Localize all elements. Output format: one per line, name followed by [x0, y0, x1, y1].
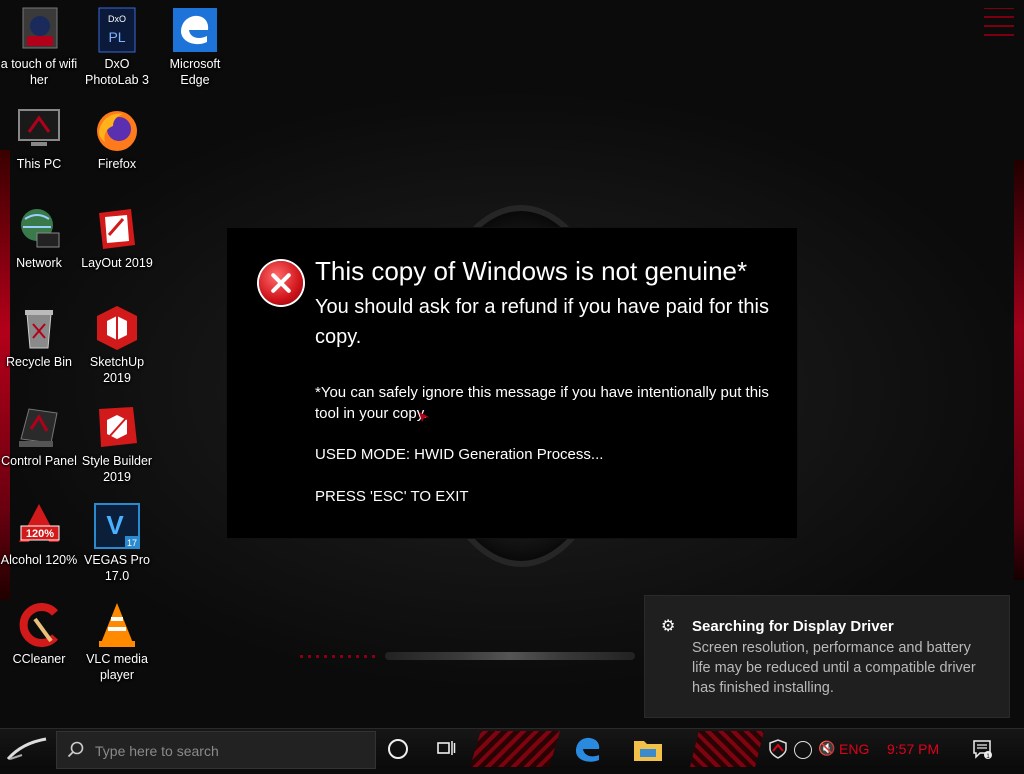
vlc-icon — [99, 603, 135, 647]
desktop-icon-label: Control Panel — [1, 454, 77, 468]
control-panel-icon — [19, 408, 58, 447]
search-icon — [67, 741, 84, 758]
toast-title: Searching for Display Driver — [692, 618, 894, 635]
taskbar-search-box[interactable]: Type here to search — [56, 731, 376, 769]
dialog-subtitle: You should ask for a refund if you have … — [315, 296, 769, 348]
desktop-icon-label: Network — [16, 256, 62, 270]
sketchup-2019-icon — [97, 306, 137, 350]
wallpaper-corner-lines — [984, 8, 1014, 36]
desktop-icon-label: SketchUp 2019 — [89, 355, 145, 385]
dxo-badge-text: DxO — [108, 14, 126, 24]
security-shield-icon[interactable] — [768, 739, 788, 759]
desktop-icon-label: Recycle Bin — [6, 355, 72, 369]
cortana-icon[interactable] — [388, 739, 408, 759]
network-icon — [21, 209, 60, 248]
recycle-bin-icon — [25, 310, 53, 349]
vegas-letter-text: V — [106, 510, 124, 540]
desktop-icon-alcohol-120[interactable]: 120% Alcohol 120% — [0, 502, 78, 568]
desktop-icon-label: Microsoft Edge — [169, 57, 221, 87]
desktop-icon-vegas-pro[interactable]: V 17 VEGAS Pro 17.0 — [78, 502, 156, 584]
taskbar-edge-icon[interactable] — [566, 731, 610, 767]
desktop-icon-style-builder-2019[interactable]: Style Builder 2019 — [78, 403, 156, 485]
desktop-icon-microsoft-edge[interactable]: Microsoft Edge — [156, 6, 234, 88]
notification-toast[interactable]: ⚙ Searching for Display Driver Screen re… — [644, 595, 1010, 718]
clock-time[interactable]: 9:57 PM — [887, 741, 939, 757]
desktop-icon-label: Style Builder 2019 — [81, 454, 153, 484]
taskbar-decoration-right — [690, 731, 764, 767]
desktop-icon-label: Firefox — [97, 157, 137, 171]
dxo-sub-text: PL — [108, 29, 125, 45]
desktop-icon-network[interactable]: Network — [0, 205, 78, 271]
dialog-title: This copy of Windows is not genuine* — [315, 256, 748, 286]
desktop-icon-label: Alcohol 120% — [0, 553, 78, 567]
desktop-icon-ccleaner[interactable]: CCleaner — [0, 601, 78, 667]
microsoft-edge-icon — [173, 8, 217, 52]
start-button[interactable] — [0, 729, 56, 769]
desktop-icon-recycle-bin[interactable]: Recycle Bin — [0, 304, 78, 370]
error-icon — [259, 261, 303, 305]
start-logo-icon — [6, 737, 47, 761]
search-placeholder: Type here to search — [95, 743, 219, 759]
desktop-icon-firefox[interactable]: Firefox — [78, 106, 156, 172]
wallpaper-streak — [385, 652, 635, 660]
desktop-icon-label: This PC — [16, 157, 62, 171]
firefox-icon — [97, 111, 137, 151]
desktop-icon-label: VLC media player — [86, 652, 148, 682]
taskbar-decoration-left — [470, 731, 560, 767]
desktop-icon-label: a touch of wifi her — [0, 57, 78, 87]
taskbar: Type here to search 🔇 ENG 9:57 PM 1 — [0, 728, 1024, 769]
desktop-icon-label: VEGAS Pro 17.0 — [84, 553, 150, 583]
this-pc-icon — [18, 109, 60, 146]
alcohol-120-icon: 120% — [19, 504, 60, 542]
dialog-note: *You can safely ignore this message if y… — [315, 384, 769, 422]
desktop-icon-sketchup-2019[interactable]: SketchUp 2019 — [78, 304, 156, 386]
style-builder-2019-icon — [99, 407, 137, 447]
a-touch-of-wifi-her-icon — [22, 7, 58, 49]
vegas-badge-text: 17 — [127, 538, 137, 548]
desktop-icon-dxo-photolab[interactable]: DxO PL DxO PhotoLab 3 — [78, 6, 156, 88]
gear-icon: ⚙ — [661, 618, 676, 635]
desktop-icon-control-panel[interactable]: Control Panel — [0, 403, 78, 469]
desktop-icon-layout-2019[interactable]: LayOut 2019 — [78, 205, 156, 271]
wallpaper-edge-right — [1014, 160, 1024, 580]
wallpaper-dots — [300, 655, 380, 658]
volume-muted-icon[interactable]: 🔇 — [818, 740, 835, 757]
dialog-mode-status: USED MODE: HWID Generation Process... — [315, 446, 604, 463]
ccleaner-icon — [19, 603, 58, 647]
input-language[interactable]: ENG — [839, 741, 869, 757]
desktop-icon-label: CCleaner — [12, 652, 66, 666]
desktop-icon-label: DxO PhotoLab 3 — [85, 57, 149, 87]
alcohol-badge-text: 120% — [26, 528, 54, 540]
task-view-icon[interactable] — [436, 738, 456, 758]
not-genuine-dialog: This copy of Windows is not genuine* You… — [227, 228, 797, 538]
network-globe-icon[interactable] — [794, 741, 812, 759]
desktop-icon-label: LayOut 2019 — [81, 256, 153, 270]
desktop-icon-vlc[interactable]: VLC media player — [78, 601, 156, 683]
layout-2019-icon — [99, 209, 135, 249]
dialog-exit-hint: PRESS 'ESC' TO EXIT — [315, 488, 469, 505]
toast-body: Screen resolution, performance and batte… — [692, 640, 976, 696]
busy-cursor-icon — [419, 412, 429, 422]
desktop-icon-a-touch-of-wifi[interactable]: a touch of wifi her — [0, 6, 78, 88]
vegas-pro-icon: V 17 — [94, 503, 140, 549]
desktop-icon-this-pc[interactable]: This PC — [0, 106, 78, 172]
dxo-photolab-icon: DxO PL — [98, 7, 136, 53]
file-explorer-icon[interactable] — [626, 731, 670, 767]
action-center-icon[interactable]: 1 — [972, 739, 992, 759]
